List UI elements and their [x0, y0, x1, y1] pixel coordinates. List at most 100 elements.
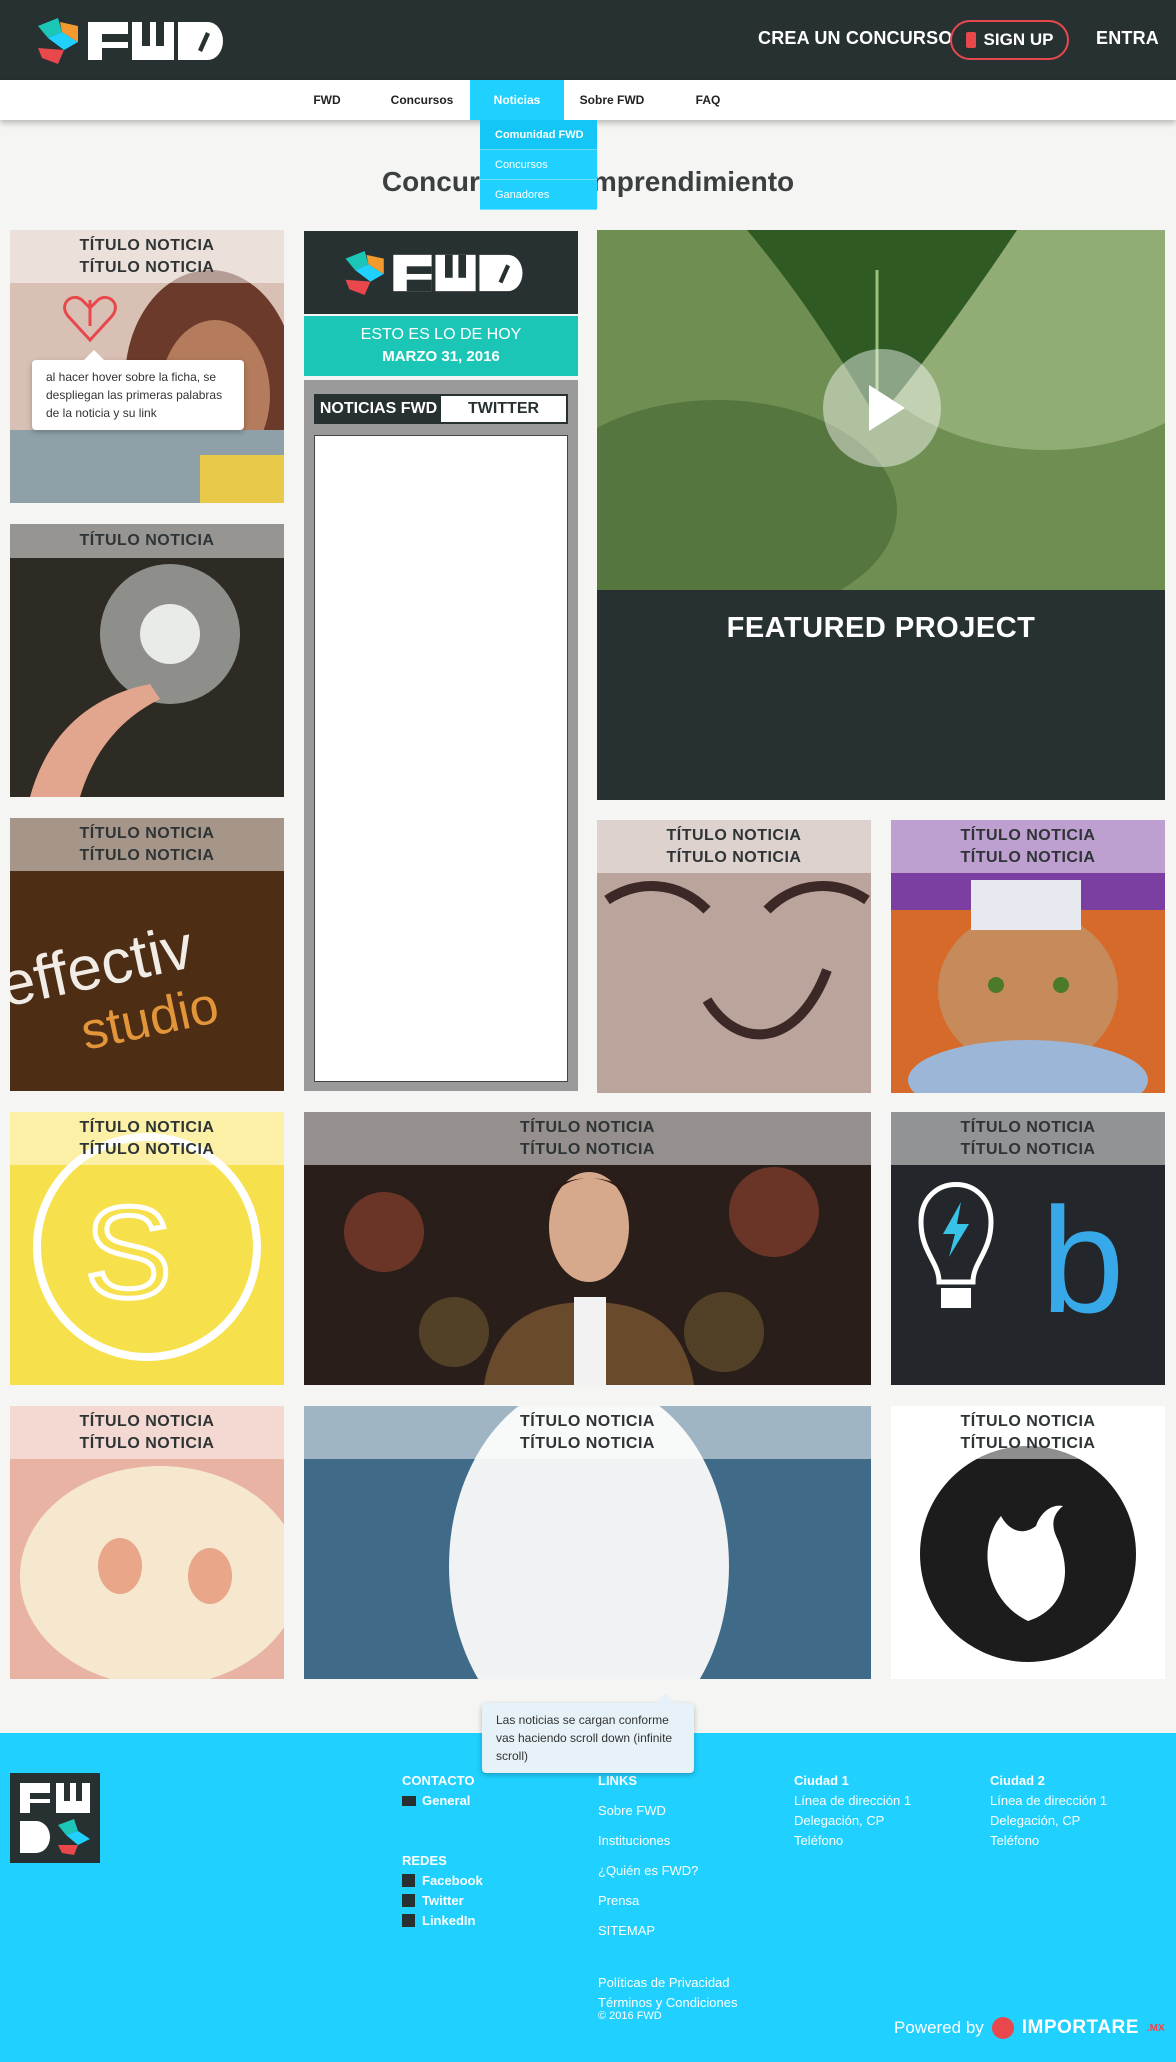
featured-project-label: FEATURED PROJECT: [726, 612, 1036, 644]
tile-title-line: TÍTULO NOTICIA: [79, 532, 215, 549]
importare-brand: IMPORTARE: [1021, 2017, 1139, 2038]
contact-general-link[interactable]: General: [402, 1793, 470, 1808]
sign-up-button[interactable]: SIGN UP: [950, 20, 1069, 60]
city1-phone: Teléfono: [794, 1833, 844, 1848]
dropdown-item-ganadores[interactable]: Ganadores: [480, 180, 597, 210]
today-date: MARZO 31, 2016: [382, 348, 500, 365]
powered-by-label: Powered by: [894, 2018, 984, 2037]
tile-title-line: TÍTULO NOTICIA: [666, 848, 802, 866]
news-tile[interactable]: TÍTULO NOTICIA TÍTULO NOTICIA: [304, 1112, 871, 1385]
tile-title-line: TÍTULO NOTICIA: [79, 1118, 215, 1136]
footer-logo[interactable]: [10, 1773, 100, 1863]
sign-up-label: SIGN UP: [983, 30, 1054, 49]
privacy-link[interactable]: Políticas de Privacidad: [598, 1975, 730, 1990]
news-image: [10, 524, 284, 797]
news-tile[interactable]: b TÍTULO NOTICIA TÍTULO NOTICIA: [891, 1112, 1165, 1385]
tab-twitter[interactable]: TWITTER: [441, 396, 566, 422]
nav-item-concursos[interactable]: Concursos: [382, 80, 462, 120]
city1-heading: Ciudad 1: [794, 1773, 849, 1788]
login-link[interactable]: ENTRA: [1096, 28, 1159, 49]
news-tile-title: TÍTULO NOTICIA TÍTULO NOTICIA: [304, 1406, 871, 1459]
tab-noticias-fwd[interactable]: NOTICIAS FWD: [316, 396, 441, 422]
signup-icon: [965, 32, 976, 48]
news-tile-title: TÍTULO NOTICIA TÍTULO NOTICIA: [891, 1406, 1165, 1459]
tile-title-line: TÍTULO NOTICIA: [79, 236, 215, 254]
contact-heading: CONTACTO: [402, 1773, 475, 1788]
fwd-logo: [345, 251, 523, 295]
news-tile[interactable]: TÍTULO NOTICIA: [10, 524, 284, 797]
tile-title-line: TÍTULO NOTICIA: [79, 824, 215, 842]
news-tile[interactable]: TÍTULO NOTICIA TÍTULO NOTICIA: [597, 820, 871, 1093]
today-label: ESTO ES LO DE HOY: [360, 326, 522, 343]
social-heading: REDES: [402, 1853, 447, 1868]
tile-title-line: TÍTULO NOTICIA: [79, 1412, 215, 1430]
featured-project-bar[interactable]: FEATURED PROJECT: [597, 590, 1165, 800]
create-contest-link[interactable]: CREA UN CONCURSO: [758, 28, 953, 49]
tile-title-line: TÍTULO NOTICIA: [960, 1140, 1096, 1158]
news-tile[interactable]: effectiv studio TÍTULO NOTICIA TÍTULO NO…: [10, 818, 284, 1091]
play-icon[interactable]: [823, 349, 941, 467]
terms-link[interactable]: Términos y Condiciones: [598, 1995, 737, 2010]
news-tile-title: TÍTULO NOTICIA TÍTULO NOTICIA: [891, 820, 1165, 873]
news-tile[interactable]: TÍTULO NOTICIA TÍTULO NOTICIA: [304, 1406, 871, 1679]
tile-title-line: TÍTULO NOTICIA: [960, 848, 1096, 866]
feed-content[interactable]: [314, 435, 568, 1082]
news-tile[interactable]: TÍTULO NOTICIA TÍTULO NOTICIA: [10, 1406, 284, 1679]
scroll-tooltip: Las noticias se cargan conforme vas haci…: [482, 1693, 694, 1773]
news-tile-title: TÍTULO NOTICIA TÍTULO NOTICIA: [10, 818, 284, 871]
tile-title-line: TÍTULO NOTICIA: [79, 1140, 215, 1158]
news-tile-title: TÍTULO NOTICIA TÍTULO NOTICIA: [10, 1406, 284, 1459]
twitter-label: Twitter: [422, 1893, 464, 1908]
tile-title-line: TÍTULO NOTICIA: [960, 1434, 1096, 1452]
city2-address: Línea de dirección 1: [990, 1793, 1108, 1808]
main-nav: FWD Concursos Noticias Sobre FWD FAQ: [0, 80, 1176, 120]
nav-item-faq[interactable]: FAQ: [680, 80, 736, 120]
news-tile-title: TÍTULO NOTICIA TÍTULO NOTICIA: [597, 820, 871, 873]
noticias-dropdown: Comunidad FWD Concursos Ganadores: [480, 120, 597, 210]
feed-tabs: NOTICIAS FWD TWITTER: [314, 394, 568, 424]
fwd-logo[interactable]: [38, 18, 223, 64]
fwd-logo: [20, 1783, 90, 1855]
footer-link-quien[interactable]: ¿Quién es FWD?: [598, 1863, 698, 1878]
sidebar-logo-panel: [304, 231, 578, 314]
facebook-label: Facebook: [422, 1873, 483, 1888]
tile-title-line: TÍTULO NOTICIA: [520, 1140, 655, 1158]
footer-link-prensa[interactable]: Prensa: [598, 1893, 639, 1908]
nav-item-fwd[interactable]: FWD: [298, 80, 356, 120]
twitter-icon: [402, 1894, 415, 1907]
tile-title-line: TÍTULO NOTICIA: [520, 1118, 655, 1136]
today-banner: ESTO ES LO DE HOY MARZO 31, 2016: [304, 316, 578, 376]
news-tile-title: TÍTULO NOTICIA TÍTULO NOTICIA: [10, 230, 284, 283]
linkedin-label: LinkedIn: [422, 1913, 476, 1928]
news-tile-title: TÍTULO NOTICIA TÍTULO NOTICIA: [304, 1112, 871, 1165]
linkedin-icon: [402, 1914, 415, 1927]
heart-icon[interactable]: [60, 290, 120, 345]
tile-title-line: TÍTULO NOTICIA: [79, 846, 215, 864]
news-tile-title: TÍTULO NOTICIA TÍTULO NOTICIA: [891, 1112, 1165, 1165]
footer-link-sitemap[interactable]: SITEMAP: [598, 1923, 655, 1938]
facebook-icon: [402, 1874, 415, 1887]
news-tile[interactable]: S TÍTULO NOTICIA TÍTULO NOTICIA: [10, 1112, 284, 1385]
twitter-link[interactable]: Twitter: [402, 1893, 464, 1908]
tile-title-line: TÍTULO NOTICIA: [666, 826, 802, 844]
powered-by[interactable]: Powered by IMPORTARE .MX: [894, 2017, 1165, 2039]
nav-item-noticias[interactable]: Noticias: [470, 80, 564, 120]
news-tile[interactable]: TÍTULO NOTICIA TÍTULO NOTICIA: [891, 1406, 1165, 1679]
city1-address: Línea de dirección 1: [794, 1793, 912, 1808]
importare-icon: [991, 2017, 1014, 2039]
news-tile-title: TÍTULO NOTICIA TÍTULO NOTICIA: [10, 1112, 284, 1165]
dropdown-item-concursos[interactable]: Concursos: [480, 150, 597, 180]
nav-item-sobre-fwd[interactable]: Sobre FWD: [576, 80, 648, 120]
footer-link-sobre[interactable]: Sobre FWD: [598, 1803, 666, 1818]
site-footer: CONTACTO General REDES Facebook Twitter …: [0, 1733, 1176, 2062]
linkedin-link[interactable]: LinkedIn: [402, 1913, 475, 1928]
news-tile-title: TÍTULO NOTICIA: [10, 524, 284, 558]
city1-delegacion: Delegación, CP: [794, 1813, 885, 1828]
footer-link-instituciones[interactable]: Instituciones: [598, 1833, 670, 1848]
dropdown-item-comunidad[interactable]: Comunidad FWD: [480, 120, 597, 150]
facebook-link[interactable]: Facebook: [402, 1873, 483, 1888]
links-heading: LINKS: [598, 1773, 637, 1788]
tile-title-line: TÍTULO NOTICIA: [520, 1434, 655, 1452]
tile-title-line: TÍTULO NOTICIA: [960, 1118, 1096, 1136]
news-tile[interactable]: TÍTULO NOTICIA TÍTULO NOTICIA: [891, 820, 1165, 1093]
